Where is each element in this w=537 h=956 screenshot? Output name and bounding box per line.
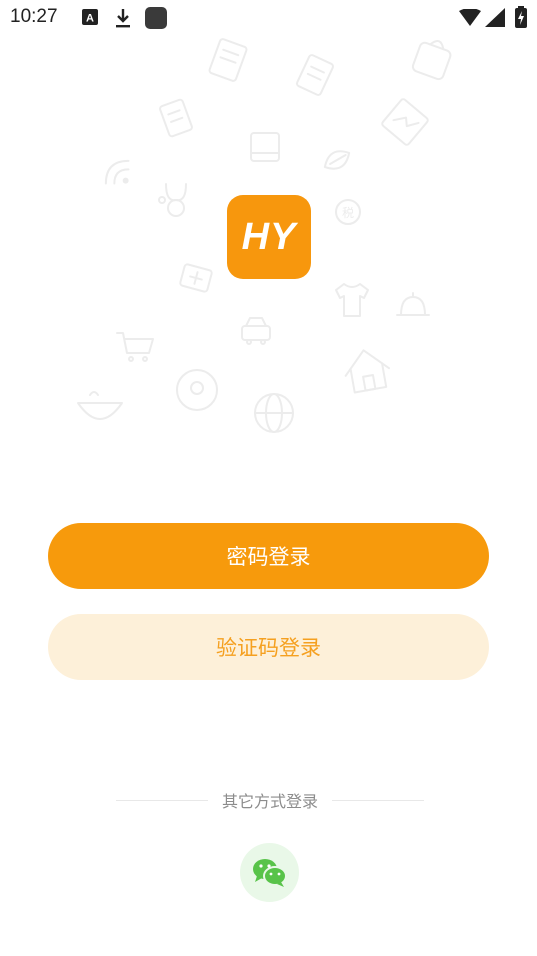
a-notification-icon: A [82,9,98,25]
svg-text:税: 税 [342,206,354,220]
app-notification-icon [145,7,167,29]
code-login-label: 验证码登录 [216,636,321,660]
battery-charging-icon [515,6,527,28]
svg-text:A: A [86,13,94,25]
wifi-icon [459,9,481,26]
status-time: 10:27 [10,6,58,27]
other-login-divider: 其它方式登录 [116,788,425,812]
download-icon [116,9,130,28]
app-logo: HY [227,195,311,279]
wechat-login-button[interactable] [240,843,299,902]
wechat-icon [252,858,287,887]
signal-icon [485,8,505,27]
divider-line-right [332,799,425,801]
password-login-label: 密码登录 [226,545,311,569]
other-login-label: 其它方式登录 [222,792,319,811]
password-login-button[interactable]: 密码登录 [48,523,489,589]
divider-line-left [116,799,208,801]
code-login-button[interactable]: 验证码登录 [48,614,489,680]
app-logo-text: HY [241,215,297,258]
